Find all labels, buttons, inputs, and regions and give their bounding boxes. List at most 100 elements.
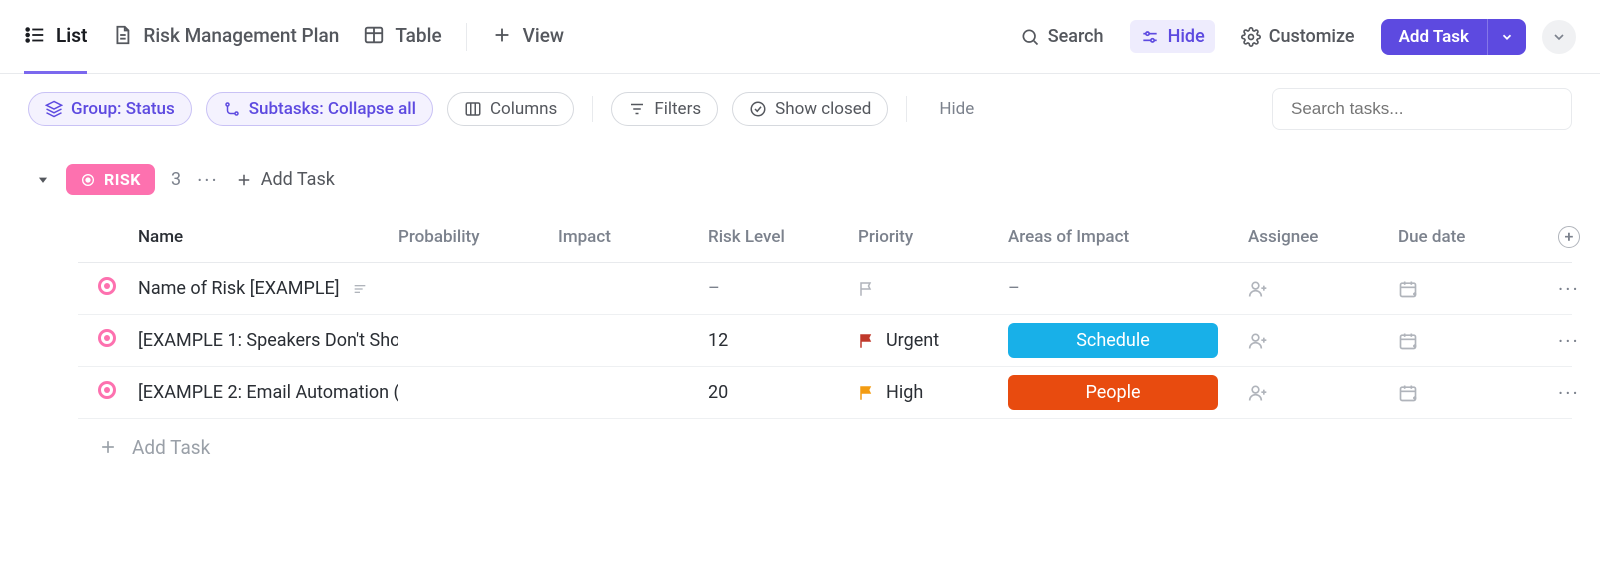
cell-priority[interactable]: Urgent (858, 330, 1008, 351)
tab-list-label: List (56, 24, 87, 47)
hide-toggle[interactable]: Hide (939, 99, 974, 119)
add-user-icon (1248, 331, 1268, 351)
add-view-label: View (523, 24, 564, 47)
add-task-row-label: Add Task (132, 436, 210, 459)
col-name[interactable]: Name (138, 227, 398, 247)
cell-due-date[interactable] (1398, 279, 1558, 299)
customize-button[interactable]: Customize (1231, 20, 1365, 53)
more-menu-button[interactable] (1542, 20, 1576, 54)
cell-risk-level[interactable]: – (708, 278, 858, 299)
col-areas[interactable]: Areas of Impact (1008, 227, 1248, 247)
add-column-button[interactable]: + (1558, 226, 1580, 248)
add-task-button[interactable]: Add Task (1381, 19, 1487, 55)
group-pill-label: Group: Status (71, 99, 175, 119)
row-more[interactable]: ··· (1558, 381, 1598, 405)
tab-table[interactable]: Table (363, 0, 441, 74)
col-impact[interactable]: Impact (558, 227, 708, 247)
hide-button[interactable]: Hide (1130, 20, 1215, 53)
record-icon (80, 172, 96, 188)
table-row[interactable]: Name of Risk [EXAMPLE] – – ··· (78, 263, 1572, 315)
search-tasks-field[interactable] (1272, 88, 1572, 130)
tab-rmp-label: Risk Management Plan (143, 24, 339, 47)
add-task-dropdown[interactable] (1487, 19, 1526, 55)
cell-areas[interactable]: – (1008, 278, 1248, 299)
cell-assignee[interactable] (1248, 331, 1398, 351)
add-user-icon (1248, 383, 1268, 403)
check-circle-icon (749, 100, 767, 118)
search-button[interactable]: Search (1010, 20, 1114, 53)
status-badge-risk[interactable]: RISK (66, 164, 155, 195)
cell-assignee[interactable] (1248, 279, 1398, 299)
status-badge-label: RISK (104, 170, 141, 189)
customize-label: Customize (1269, 26, 1355, 47)
group-more[interactable]: ··· (197, 168, 219, 192)
subtask-icon (223, 100, 241, 118)
columns-icon (464, 100, 482, 118)
cell-due-date[interactable] (1398, 331, 1558, 351)
add-task-row[interactable]: Add Task (98, 419, 1572, 475)
tab-table-label: Table (395, 24, 441, 47)
cell-areas[interactable]: People (1008, 375, 1248, 410)
cell-risk-level[interactable]: 20 (708, 382, 858, 403)
search-tasks-input[interactable] (1291, 99, 1553, 119)
table-row[interactable]: [EXAMPLE 1: Speakers Don't Show Up] 12 U… (78, 315, 1572, 367)
col-assignee[interactable]: Assignee (1248, 227, 1398, 247)
triangle-down-icon (36, 173, 50, 187)
gear-icon (1241, 27, 1261, 47)
list-icon (24, 24, 46, 46)
task-name: Name of Risk [EXAMPLE] (138, 278, 340, 299)
sliders-icon (1140, 27, 1160, 47)
cell-priority[interactable] (858, 280, 1008, 298)
collapse-group[interactable] (36, 173, 50, 187)
status-dot[interactable] (98, 381, 116, 399)
status-dot[interactable] (98, 277, 116, 295)
cell-areas[interactable]: Schedule (1008, 323, 1248, 358)
row-more[interactable]: ··· (1558, 329, 1598, 353)
filters-pill-label: Filters (654, 99, 701, 119)
plus-icon (491, 24, 513, 46)
subtasks-pill[interactable]: Subtasks: Collapse all (206, 92, 433, 126)
tab-risk-management[interactable]: Risk Management Plan (111, 0, 339, 74)
search-label: Search (1048, 26, 1104, 47)
add-user-icon (1248, 279, 1268, 299)
group-count: 3 (171, 169, 181, 190)
col-probability[interactable]: Probability (398, 227, 558, 247)
plus-icon (235, 171, 253, 189)
add-view[interactable]: View (491, 0, 564, 74)
calendar-plus-icon (1398, 331, 1418, 351)
group-add-task[interactable]: Add Task (235, 169, 335, 190)
subtasks-pill-label: Subtasks: Collapse all (249, 99, 416, 119)
priority-label: High (886, 382, 923, 403)
group-pill[interactable]: Group: Status (28, 92, 192, 126)
search-icon (1020, 27, 1040, 47)
table-row[interactable]: [EXAMPLE 2: Email Automation (Email ... … (78, 367, 1572, 419)
chevron-down-icon (1500, 30, 1514, 44)
columns-pill[interactable]: Columns (447, 92, 574, 126)
task-name: [EXAMPLE 2: Email Automation (Email ... (138, 382, 398, 403)
columns-pill-label: Columns (490, 99, 557, 119)
status-dot[interactable] (98, 329, 116, 347)
show-closed-pill[interactable]: Show closed (732, 92, 888, 126)
cell-due-date[interactable] (1398, 383, 1558, 403)
area-tag: People (1008, 375, 1218, 410)
col-due[interactable]: Due date (1398, 227, 1558, 247)
row-more[interactable]: ··· (1558, 277, 1598, 301)
area-tag: Schedule (1008, 323, 1218, 358)
calendar-plus-icon (1398, 279, 1418, 299)
flag-icon (858, 384, 876, 402)
cell-priority[interactable]: High (858, 382, 1008, 403)
flag-icon (858, 280, 876, 298)
filters-pill[interactable]: Filters (611, 92, 718, 126)
table-icon (363, 24, 385, 46)
group-add-task-label: Add Task (261, 169, 335, 190)
tab-list[interactable]: List (24, 0, 87, 74)
hide-label: Hide (1168, 26, 1205, 47)
cell-assignee[interactable] (1248, 383, 1398, 403)
flag-icon (858, 332, 876, 350)
col-risk-level[interactable]: Risk Level (708, 227, 858, 247)
chevron-down-icon (1551, 29, 1567, 45)
task-name: [EXAMPLE 1: Speakers Don't Show Up] (138, 330, 398, 351)
col-priority[interactable]: Priority (858, 227, 1008, 247)
cell-risk-level[interactable]: 12 (708, 330, 858, 351)
doc-icon (111, 24, 133, 46)
